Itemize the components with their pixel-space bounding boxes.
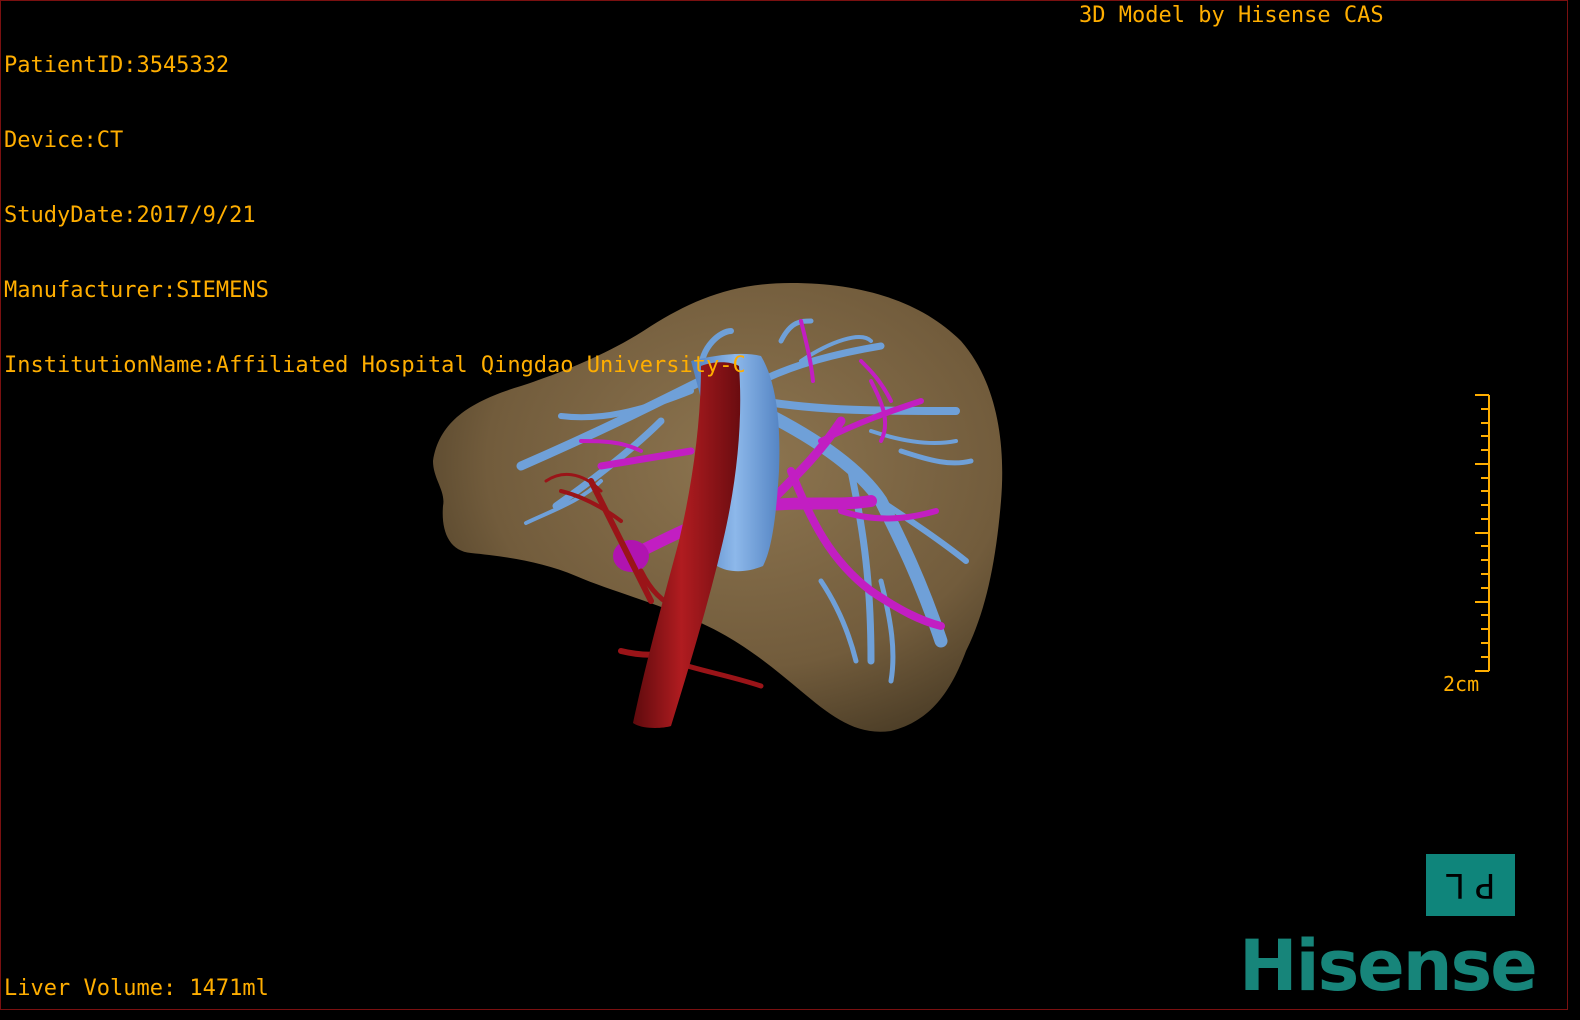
orientation-cube[interactable]: L P (1426, 854, 1515, 916)
patient-id: PatientID:3545332 (4, 53, 230, 78)
hisense-logo: Hisense (1239, 925, 1538, 1007)
scale-bar (1475, 394, 1490, 672)
model-credit: 3D Model by Hisense CAS (1079, 3, 1384, 28)
orientation-left-glyph: L (1445, 865, 1465, 905)
3d-viewport[interactable]: PatientID:3545332 Device:CT StudyDate:20… (0, 0, 1568, 1010)
dicom-info-overlay: PatientID:3545332 Device:CT StudyDate:20… (4, 3, 746, 428)
study-date: StudyDate:2017/9/21 (4, 203, 256, 228)
scale-label: 2cm (1443, 672, 1480, 696)
orientation-right-glyph: P (1474, 865, 1496, 905)
manufacturer: Manufacturer:SIEMENS (4, 278, 269, 303)
institution-name: InstitutionName:Affiliated Hospital Qing… (4, 353, 746, 378)
device: Device:CT (4, 128, 124, 153)
liver-volume: Liver Volume: 1471ml (4, 976, 269, 1001)
